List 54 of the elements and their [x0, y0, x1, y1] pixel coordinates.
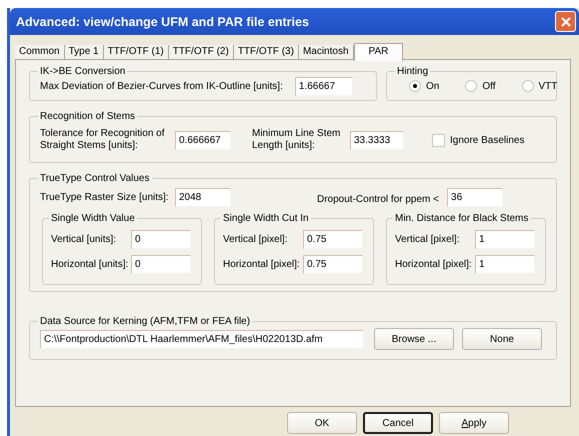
button[interactable]: Browse ...: [374, 328, 454, 350]
field-label: Max Deviation of Bezier-Curves from IK-Outline [units]:: [40, 81, 283, 92]
field-label: Minimum Line Stem Length [units]:: [252, 128, 342, 152]
field-label: Dropout-Control for ppem <: [317, 194, 440, 205]
input-field[interactable]: 1: [475, 230, 535, 249]
button[interactable]: OK: [287, 412, 357, 434]
field-label: TrueType Raster Size [units]:: [40, 192, 170, 203]
group-title: TrueType Control Values: [39, 173, 150, 184]
radio-button[interactable]: [465, 80, 478, 92]
field-label: Tolerance for Recognition of Straight Stems [units]:: [40, 128, 166, 152]
radio-label: On: [426, 80, 440, 92]
field-label: Vertical [pixel]:: [395, 234, 460, 245]
input-field[interactable]: 1.66667: [294, 77, 353, 96]
tab[interactable]: Type 1: [64, 45, 104, 59]
input-field[interactable]: 0.75: [303, 255, 363, 274]
close-button[interactable]: [555, 11, 576, 32]
field-label: Horizontal [pixel]:: [223, 259, 301, 270]
radio-button[interactable]: [522, 80, 534, 92]
group-title: Hinting: [396, 66, 430, 77]
field-label: Vertical [units]:: [51, 234, 118, 245]
tab[interactable]: Macintosh: [298, 45, 354, 59]
checkbox-label: Ignore Baselines: [450, 134, 524, 146]
group-title: IK->BE Conversion: [39, 66, 126, 77]
input-field[interactable]: 36: [447, 188, 504, 207]
group-title: Single Width Cut In: [222, 213, 310, 224]
input-field[interactable]: 0.666667: [175, 130, 231, 150]
group-title: Recognition of Stems: [39, 111, 136, 122]
field-label: Vertical [pixel]:: [223, 234, 288, 245]
tab[interactable]: TTF/OTF (3): [234, 45, 299, 59]
tab[interactable]: PAR: [354, 43, 404, 61]
button[interactable]: Apply: [439, 412, 509, 434]
field-label: Horizontal [pixel]:: [395, 259, 473, 270]
window-title: Advanced: view/change UFM and PAR file entries: [16, 14, 309, 28]
input-field[interactable]: 2048: [175, 188, 231, 207]
group-title: Single Width Value: [50, 213, 136, 224]
field-label: Horizontal [units]:: [51, 259, 130, 270]
group-title: Data Source for Kerning (AFM,TFM or FEA file): [39, 316, 252, 327]
tab[interactable]: TTF/OTF (1): [104, 45, 169, 59]
button[interactable]: None: [462, 328, 542, 350]
radio-label: Off: [482, 80, 496, 92]
tab[interactable]: TTF/OTF (2): [168, 45, 234, 59]
input-field[interactable]: 33.3333: [350, 130, 404, 150]
input-field[interactable]: 0: [131, 230, 191, 249]
button[interactable]: Cancel: [363, 412, 433, 434]
close-icon: [558, 14, 572, 28]
input-field[interactable]: C:\\Fontproduction\DTL Haarlemmer\AFM_files\H022013D.afm: [40, 330, 364, 348]
checkbox[interactable]: [432, 134, 445, 146]
radio-button[interactable]: [409, 80, 421, 92]
group-title: Min. Distance for Black Stems: [394, 213, 530, 224]
input-field[interactable]: 0: [131, 255, 191, 274]
tab[interactable]: Common: [15, 45, 65, 59]
input-field[interactable]: 1: [475, 255, 535, 274]
radio-label: VTT: [538, 80, 558, 92]
input-field[interactable]: 0.75: [303, 230, 363, 249]
